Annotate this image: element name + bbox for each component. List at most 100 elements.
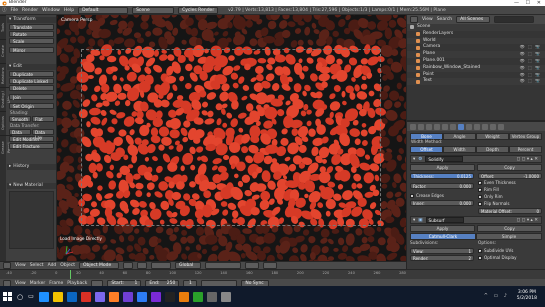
snap-icon[interactable]: [244, 262, 259, 269]
modifier-visibility-icons[interactable]: ◻ ◻ ▾ ▴ ✕: [517, 157, 541, 162]
crease-edges-checkbox[interactable]: Crease Edges: [410, 193, 474, 199]
history-panel-header[interactable]: ▸ History: [7, 164, 56, 170]
tab-angle[interactable]: Angle: [443, 133, 476, 140]
timeline-menu-playback[interactable]: Playback: [67, 281, 87, 286]
render-levels-field[interactable]: Render: 2: [410, 255, 474, 261]
layer-buttons[interactable]: [204, 262, 241, 269]
tab-create[interactable]: Create: [0, 39, 6, 63]
world-context-icon[interactable]: [434, 123, 440, 130]
data-layout-button[interactable]: Data Lay: [32, 129, 54, 140]
taskbar-app-icon[interactable]: [108, 291, 119, 302]
solidify-name-field[interactable]: Solidify: [425, 156, 464, 162]
delete-button[interactable]: Delete: [9, 85, 54, 91]
render-icon[interactable]: [262, 262, 277, 269]
data-button[interactable]: Data: [9, 129, 31, 135]
tab-simple[interactable]: Simple: [476, 233, 542, 240]
subsurf-modifier-header[interactable]: ▾ ▣ Subsurf ◻ ◻ ▾ ▴ ✕: [410, 216, 542, 224]
constraints-context-icon[interactable]: [450, 123, 456, 130]
menu-add[interactable]: Add: [48, 263, 57, 268]
even-thickness-checkbox[interactable]: Even Thickness: [478, 180, 542, 186]
transform-panel-header[interactable]: ▾ Transform: [7, 17, 56, 23]
flip-normals-checkbox[interactable]: Flip Normals: [478, 201, 542, 207]
visibility-toggle-icons[interactable]: 👁 ⬚ 📷: [520, 44, 545, 51]
taskbar-app-icon[interactable]: [52, 291, 63, 302]
factor-field[interactable]: Factor: 0.000: [410, 183, 474, 189]
taskbar-app-icon[interactable]: [136, 291, 147, 302]
tab-bone[interactable]: Bone: [410, 133, 443, 140]
scene-selector[interactable]: Scene: [132, 6, 175, 14]
menu-view[interactable]: View: [15, 263, 26, 268]
material-list[interactable]: [9, 191, 54, 249]
render-layers-icon[interactable]: [418, 123, 424, 130]
outliner-editor-icon[interactable]: [410, 16, 418, 23]
outliner-menu-view[interactable]: View: [422, 17, 433, 22]
smooth-button[interactable]: Smooth: [9, 116, 31, 122]
tab-offset[interactable]: Offset: [410, 146, 443, 153]
menu-select[interactable]: Select: [30, 263, 44, 268]
outliner-item[interactable]: RenderLayers: [407, 31, 545, 38]
subsurf-apply-button[interactable]: Apply: [410, 225, 475, 232]
taskbar-app-icon[interactable]: [192, 291, 203, 302]
timeline-menu-marker[interactable]: Marker: [30, 281, 46, 286]
manipulator-icons[interactable]: [150, 262, 171, 269]
tab-weight[interactable]: Weight: [476, 133, 509, 140]
outliner-item[interactable]: Rainbow_Window_Stained 👁 ⬚ 📷: [407, 64, 545, 72]
rim-fill-checkbox[interactable]: Rim Fill: [478, 187, 542, 193]
taskbar-app-icon[interactable]: [38, 291, 49, 302]
new-material-header[interactable]: ▾ New Material: [7, 183, 56, 189]
taskbar-clock[interactable]: 3:06 PM 5/2/2018: [517, 290, 537, 302]
tab-options[interactable]: Options: [0, 111, 6, 135]
taskbar-app-icon[interactable]: [164, 291, 175, 302]
render-engine-selector[interactable]: Cycles Render: [178, 6, 219, 14]
texture-context-icon[interactable]: [482, 123, 488, 130]
visibility-toggle-icons[interactable]: 👁 ⬚ 📷: [520, 65, 545, 72]
edit-panel-header[interactable]: ▾ Edit: [7, 64, 56, 70]
menu-file[interactable]: File: [11, 8, 19, 13]
solidify-copy-button[interactable]: Copy: [477, 164, 542, 171]
collapse-arrow-icon[interactable]: ▾: [413, 157, 415, 162]
tab-tools[interactable]: Tools: [0, 15, 6, 39]
duplicate-button[interactable]: Duplicate: [9, 71, 54, 77]
only-rim-checkbox[interactable]: Only Rim: [478, 194, 542, 200]
taskbar-app-icon[interactable]: [66, 291, 77, 302]
timeline[interactable]: -40 -20 0 20 40 60 80 100 120 140 160 180 200 220 240 2…: [0, 269, 545, 287]
taskbar-app-icon[interactable]: [94, 291, 105, 302]
tab-width[interactable]: Width: [443, 146, 476, 153]
taskbar-app-icon[interactable]: [80, 291, 91, 302]
outliner-item[interactable]: Text 👁 ⬚ 📷: [407, 78, 545, 86]
offset-field[interactable]: Offset: -1.0000: [478, 173, 542, 179]
edit-modifier-button[interactable]: Edit Modifier: [9, 136, 54, 142]
pivot-icon[interactable]: [136, 262, 147, 269]
outliner-filter-selector[interactable]: All Scenes: [456, 16, 491, 23]
subdivide-uvs-checkbox[interactable]: Subdivide UVs: [478, 248, 542, 254]
outliner-item[interactable]: Plane.001 👁 ⬚ 📷: [407, 58, 545, 65]
3d-viewport[interactable]: Camera Persp Load Image Directly: [57, 15, 406, 261]
tab-vertex-group[interactable]: Vertex Group: [509, 133, 542, 140]
physics-context-icon[interactable]: [498, 123, 504, 130]
menu-render[interactable]: Render: [22, 8, 38, 13]
view-levels-field[interactable]: View: 1: [410, 248, 474, 254]
outliner-item[interactable]: Plane 👁 ⬚ 📷: [407, 51, 545, 58]
layout-selector[interactable]: Default: [78, 6, 129, 14]
material-offset-field[interactable]: Material Offset: 0: [478, 208, 542, 214]
solidify-apply-button[interactable]: Apply: [410, 164, 475, 171]
timeline-menu-frame[interactable]: Frame: [49, 281, 63, 286]
modifiers-context-icon[interactable]: [458, 123, 464, 130]
inner-crease-field[interactable]: Inner: 0.000: [410, 200, 474, 206]
system-tray-icons[interactable]: ^ ▭ ♪: [484, 293, 509, 299]
subsurf-copy-button[interactable]: Copy: [477, 225, 542, 232]
editor-type-icon[interactable]: [3, 262, 11, 269]
windows-start-icon[interactable]: [3, 292, 12, 301]
taskbar-app-icon[interactable]: [150, 291, 161, 302]
taskbar-app-icon[interactable]: [122, 291, 133, 302]
visibility-toggle-icons[interactable]: 👁 ⬚ 📷: [520, 72, 545, 79]
object-context-icon[interactable]: [442, 123, 448, 130]
outliner-menu-search[interactable]: Search: [437, 17, 452, 22]
task-view-icon[interactable]: ▭: [28, 293, 34, 300]
collapse-arrow-icon[interactable]: ▾: [413, 218, 415, 223]
set-origin-button[interactable]: Set Origin: [9, 103, 54, 109]
edit-fracture-button[interactable]: Edit Fracture: [9, 143, 54, 149]
translate-button[interactable]: Translate: [9, 24, 54, 30]
timeline-menu-view[interactable]: View: [15, 281, 26, 286]
menu-help[interactable]: Help: [64, 8, 74, 13]
